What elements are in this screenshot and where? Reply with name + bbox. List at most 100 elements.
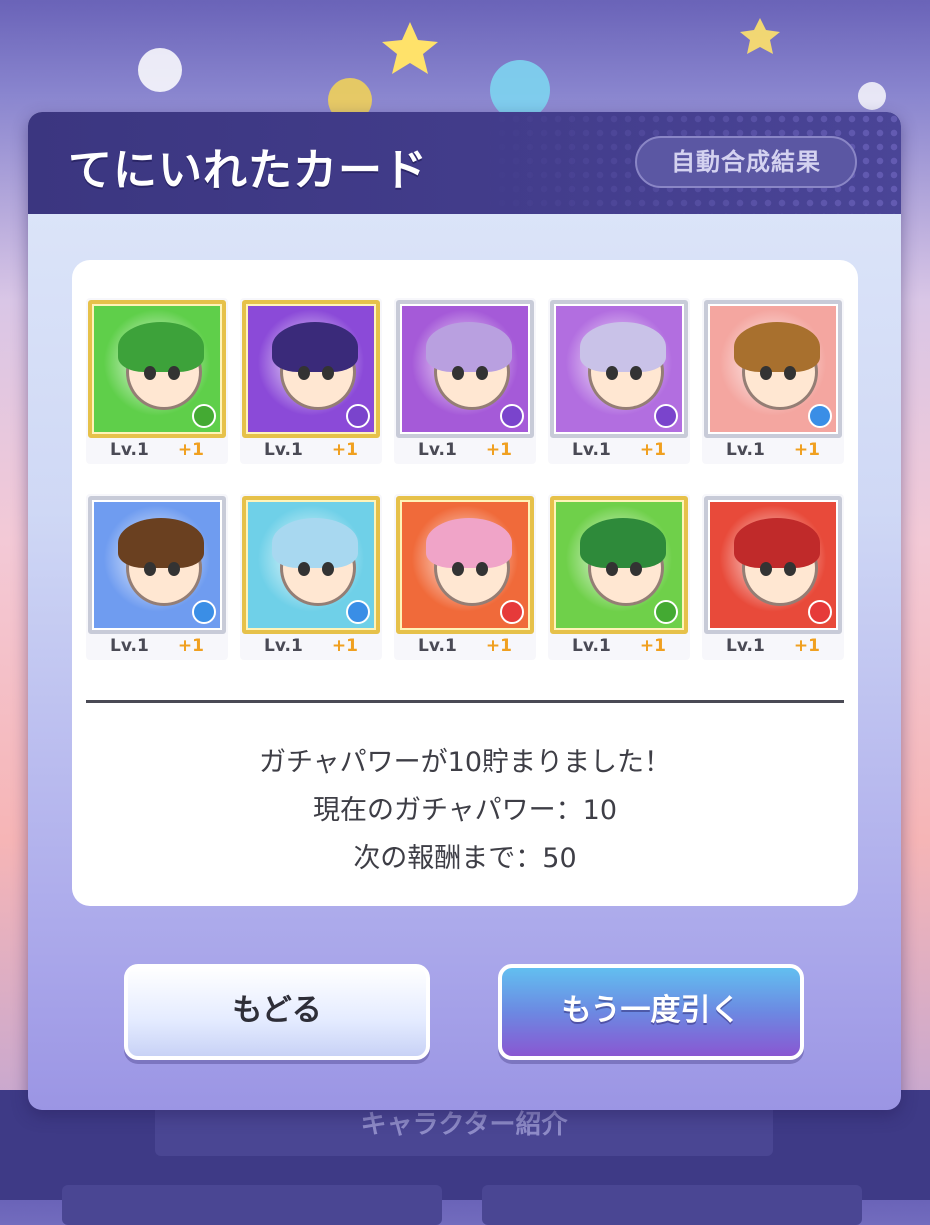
card-footer: Lv.1 +1 (86, 440, 228, 464)
dialog-title: てにいれたカード (68, 145, 428, 196)
character-eye (606, 562, 618, 576)
card-level: Lv.1 (726, 440, 765, 460)
character-eye (476, 562, 488, 576)
character-eye (452, 562, 464, 576)
next-reward-text: 次の報酬まで：50 (353, 843, 577, 874)
card-item[interactable]: Lv.1 +1 (548, 494, 690, 660)
result-panel: Lv.1 +1 Lv.1 +1 Lv.1 +1 Lv.1 +1 Lv.1 +1 Lv.1 +1 Lv.1… (72, 260, 858, 906)
card-footer: Lv.1 +1 (240, 636, 382, 660)
character-eye (144, 562, 156, 576)
card-item[interactable]: Lv.1 +1 (548, 298, 690, 464)
card-item[interactable]: Lv.1 +1 (702, 298, 844, 464)
gacha-power-gained-text: ガチャパワーが10貯まりました！ (258, 747, 672, 778)
card-footer: Lv.1 +1 (240, 440, 382, 464)
card-level: Lv.1 (418, 440, 457, 460)
card-plus-count: +1 (177, 636, 204, 656)
element-orb-icon (192, 600, 216, 624)
character-hair (272, 322, 358, 372)
card-plus-count: +1 (331, 636, 358, 656)
card-plus-count: +1 (639, 440, 666, 460)
card-character-art (550, 496, 688, 634)
card-plus-count: +1 (331, 440, 358, 460)
character-hair (426, 518, 512, 568)
divider (86, 700, 844, 703)
card-footer: Lv.1 +1 (394, 440, 536, 464)
card-level: Lv.1 (110, 440, 149, 460)
element-orb-icon (500, 404, 524, 428)
star-icon (740, 18, 780, 54)
card-level: Lv.1 (264, 440, 303, 460)
character-eye (298, 366, 310, 380)
character-eye (760, 562, 772, 576)
card-character-art (704, 300, 842, 438)
character-eye (144, 366, 156, 380)
card-item[interactable]: Lv.1 +1 (86, 298, 228, 464)
card-footer: Lv.1 +1 (548, 440, 690, 464)
card-item[interactable]: Lv.1 +1 (240, 298, 382, 464)
character-hair (118, 322, 204, 372)
card-plus-count: +1 (639, 636, 666, 656)
element-orb-icon (500, 600, 524, 624)
card-character-art (88, 496, 226, 634)
character-eye (760, 366, 772, 380)
character-eye (476, 366, 488, 380)
character-hair (734, 322, 820, 372)
element-orb-icon (808, 600, 832, 624)
card-item[interactable]: Lv.1 +1 (394, 494, 536, 660)
auto-compose-result-button[interactable]: 自動合成結果 (635, 136, 857, 188)
element-orb-icon (192, 404, 216, 428)
card-footer: Lv.1 +1 (86, 636, 228, 660)
card-plus-count: +1 (485, 636, 512, 656)
card-level: Lv.1 (418, 636, 457, 656)
card-plus-count: +1 (793, 440, 820, 460)
card-character-art (704, 496, 842, 634)
element-orb-icon (654, 404, 678, 428)
card-plus-count: +1 (485, 440, 512, 460)
element-orb-icon (654, 600, 678, 624)
background-button-right (482, 1185, 862, 1225)
element-orb-icon (346, 404, 370, 428)
star-icon (382, 22, 438, 74)
card-item[interactable]: Lv.1 +1 (702, 494, 844, 660)
back-button[interactable]: もどる (124, 964, 430, 1060)
card-character-art (396, 300, 534, 438)
card-character-art (88, 300, 226, 438)
card-footer: Lv.1 +1 (394, 636, 536, 660)
card-character-art (242, 300, 380, 438)
card-level: Lv.1 (264, 636, 303, 656)
dialog-header: てにいれたカード 自動合成結果 (28, 112, 901, 214)
character-eye (298, 562, 310, 576)
card-character-art (550, 300, 688, 438)
card-character-art (242, 496, 380, 634)
background-button-left (62, 1185, 442, 1225)
character-hair (426, 322, 512, 372)
card-level: Lv.1 (572, 440, 611, 460)
card-footer: Lv.1 +1 (702, 636, 844, 660)
sparkle-icon (138, 48, 182, 92)
character-hair (734, 518, 820, 568)
draw-again-button[interactable]: もう一度引く (498, 964, 804, 1060)
sparkle-icon (858, 82, 886, 110)
card-level: Lv.1 (110, 636, 149, 656)
card-plus-count: +1 (177, 440, 204, 460)
character-eye (168, 366, 180, 380)
character-hair (118, 518, 204, 568)
current-gacha-power-text: 現在のガチャパワー：10 (312, 795, 618, 826)
character-eye (784, 562, 796, 576)
card-item[interactable]: Lv.1 +1 (240, 494, 382, 660)
character-eye (452, 366, 464, 380)
card-footer: Lv.1 +1 (702, 440, 844, 464)
card-item[interactable]: Lv.1 +1 (394, 298, 536, 464)
character-eye (322, 366, 334, 380)
element-orb-icon (808, 404, 832, 428)
character-hair (580, 322, 666, 372)
card-character-art (396, 496, 534, 634)
character-eye (630, 562, 642, 576)
card-item[interactable]: Lv.1 +1 (86, 494, 228, 660)
character-eye (322, 562, 334, 576)
character-hair (580, 518, 666, 568)
character-eye (630, 366, 642, 380)
decor-ball (490, 60, 550, 120)
obtained-cards-dialog: てにいれたカード 自動合成結果 Lv.1 +1 Lv.1 +1 Lv.1 +1 Lv.1 +1… (28, 112, 901, 1110)
character-hair (272, 518, 358, 568)
